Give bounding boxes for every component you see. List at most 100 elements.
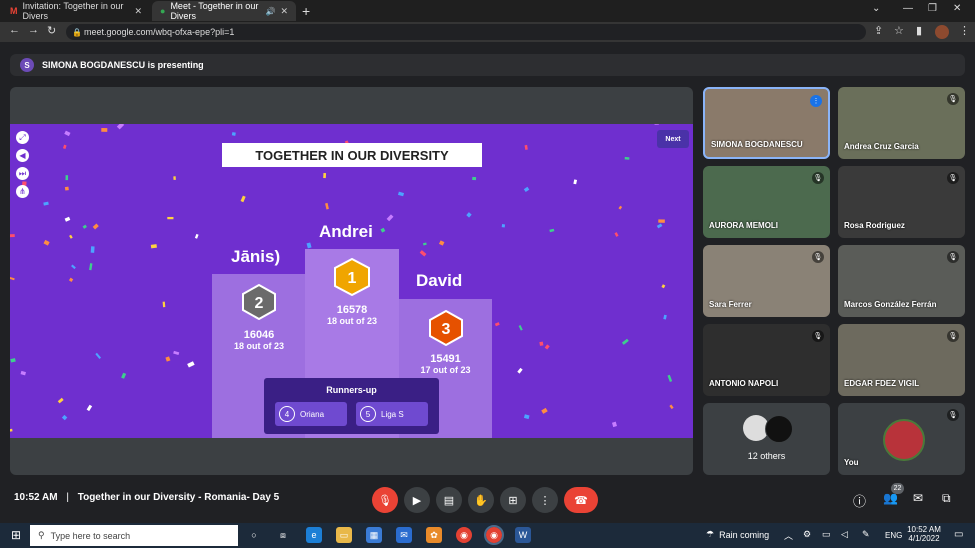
participant-name: SIMONA BOGDANESCU [711, 140, 803, 149]
score: 16578 [336, 304, 368, 316]
word-icon[interactable]: W [515, 527, 531, 543]
mail-icon[interactable]: ✉ [396, 527, 412, 543]
mic-muted-icon: 🎙 [812, 172, 824, 184]
confetti-piece [62, 144, 67, 150]
confetti-piece [541, 407, 548, 414]
participant-name: Marcos González Ferrán [844, 300, 937, 309]
file-explorer-icon[interactable]: ▭ [336, 527, 352, 543]
url-bar[interactable]: 🔒 meet.google.com/wbq-ofxa-epe?pli=1 [66, 24, 866, 40]
tray-icon[interactable]: ⚙ [803, 529, 811, 540]
tab-invitation[interactable]: M Invitation: Together in our Divers ✕ [2, 1, 150, 21]
confetti-piece [549, 228, 555, 233]
side-panel-icon[interactable]: ▮ [916, 24, 922, 37]
volume-icon[interactable]: ◁ [841, 529, 848, 540]
mic-muted-icon: 🎙 [812, 251, 824, 263]
correct-count: 18 out of 23 [326, 316, 377, 326]
raise-hand-button[interactable]: ✋ [468, 487, 494, 513]
confetti-piece [64, 216, 71, 222]
slide-controls: ⤢ ◀ ⏭ ⋔ [16, 131, 29, 198]
separator: | [66, 492, 69, 503]
store-icon[interactable]: ▦ [366, 527, 382, 543]
confetti-piece [57, 397, 64, 404]
edge-icon[interactable]: e [306, 527, 322, 543]
confetti-piece [173, 176, 176, 180]
meeting-name: Together in our Diversity - Romania- Day… [77, 492, 280, 503]
app-icon[interactable]: ✿ [426, 527, 442, 543]
leave-call-button[interactable]: ☎ [564, 487, 598, 513]
confetti-piece [539, 341, 544, 346]
camera-toggle-button[interactable]: ▶ [404, 487, 430, 513]
windows-start-icon[interactable]: ⊞ [8, 527, 24, 543]
chat-icon[interactable]: ✉ [913, 491, 923, 505]
next-button[interactable]: Next [657, 130, 689, 148]
present-button[interactable]: ⊞ [500, 487, 526, 513]
minimize-button[interactable]: — [903, 3, 913, 14]
self-tile[interactable]: 🎙 You [838, 403, 965, 475]
close-tab-icon[interactable]: ✕ [134, 6, 142, 17]
participant-tile[interactable]: 🎙 AURORA MEMOLI [703, 166, 830, 238]
participant-tile[interactable]: 🎙 ANTONIO NAPOLI [703, 324, 830, 396]
confetti-piece [167, 216, 174, 220]
menu-icon[interactable]: ⋮ [959, 24, 970, 37]
confetti-piece [89, 263, 93, 271]
confetti-piece [618, 205, 623, 210]
volume-icon[interactable]: ◀ [16, 149, 29, 162]
notifications-icon[interactable]: ▭ [954, 529, 963, 540]
presenter-avatar: S [20, 58, 34, 72]
podium-stats-3: 15491 17 out of 23 [399, 353, 492, 375]
lock-icon: 🔒 [72, 27, 82, 37]
weather-text: Rain coming [719, 529, 770, 540]
chrome-active-icon[interactable]: ◉ [484, 525, 504, 545]
clock[interactable]: 10:52 AM 4/1/2022 [906, 525, 942, 543]
new-tab-button[interactable]: + [302, 3, 310, 19]
confetti-piece [173, 350, 180, 356]
pen-icon[interactable]: ✎ [862, 529, 870, 540]
confetti-piece [419, 250, 427, 257]
network-icon[interactable]: ▭ [822, 529, 831, 540]
participant-tile[interactable]: ⋮ SIMONA BOGDANESCU [703, 87, 830, 159]
participant-tile[interactable]: 🎙 EDGAR FDEZ VIGIL [838, 324, 965, 396]
more-options-button[interactable]: ⋮ [532, 487, 558, 513]
others-count: 12 others [747, 451, 786, 461]
bookmark-star-icon[interactable]: ☆ [894, 24, 904, 37]
share-icon[interactable]: ⇪ [874, 24, 883, 37]
share-icon[interactable]: ⋔ [16, 185, 29, 198]
confetti-piece [658, 219, 665, 223]
cortana-icon[interactable]: ○ [246, 527, 262, 543]
close-tab-icon[interactable]: ✕ [280, 6, 288, 17]
forward-icon[interactable]: → [28, 24, 39, 36]
participant-tile[interactable]: 🎙 Marcos González Ferrán [838, 245, 965, 317]
confetti-piece [472, 176, 477, 181]
taskbar-search[interactable]: ⚲ Type here to search [30, 525, 238, 546]
task-view-icon[interactable]: ⧈ [275, 527, 291, 543]
confetti-piece [61, 414, 68, 421]
tab-search-icon[interactable]: ⌄ [872, 3, 880, 14]
tab-meet[interactable]: ● Meet - Together in our Divers 🔊 ✕ [152, 1, 296, 21]
chrome-icon[interactable]: ◉ [456, 527, 472, 543]
close-window-button[interactable]: ✕ [953, 3, 961, 14]
meeting-details-icon[interactable]: ⓘ [853, 491, 866, 510]
restore-button[interactable]: ❐ [928, 3, 937, 14]
participant-tile[interactable]: 🎙 Andrea Cruz Garcia [838, 87, 965, 159]
mic-toggle-button[interactable]: 🎙 [372, 487, 398, 513]
hand-icon: ✋ [474, 494, 488, 507]
fullscreen-icon[interactable]: ⤢ [16, 131, 29, 144]
runner-up-item: 5 Liga S [356, 402, 428, 426]
activities-icon[interactable]: ⧉ [942, 491, 951, 506]
skip-icon[interactable]: ⏭ [16, 167, 29, 180]
podium-stats-1: 16578 18 out of 23 [305, 304, 399, 326]
participant-tile[interactable]: 🎙 Sara Ferrer [703, 245, 830, 317]
confetti-piece [325, 202, 329, 210]
captions-button[interactable]: ▤ [436, 487, 462, 513]
language-indicator[interactable]: ENG [885, 531, 902, 540]
chevron-up-icon[interactable]: ︿ [784, 529, 793, 542]
weather-widget[interactable]: ☂ Rain coming [706, 529, 769, 540]
confetti-piece [523, 186, 530, 193]
profile-avatar[interactable] [935, 25, 949, 39]
back-icon[interactable]: ← [9, 24, 20, 36]
others-tile[interactable]: 12 others [703, 403, 830, 475]
meeting-time: 10:52 AM [14, 492, 58, 503]
podium-stats-2: 16046 18 out of 23 [212, 329, 306, 351]
reload-icon[interactable]: ↻ [47, 24, 56, 37]
participant-tile[interactable]: 🎙 Rosa Rodriguez [838, 166, 965, 238]
